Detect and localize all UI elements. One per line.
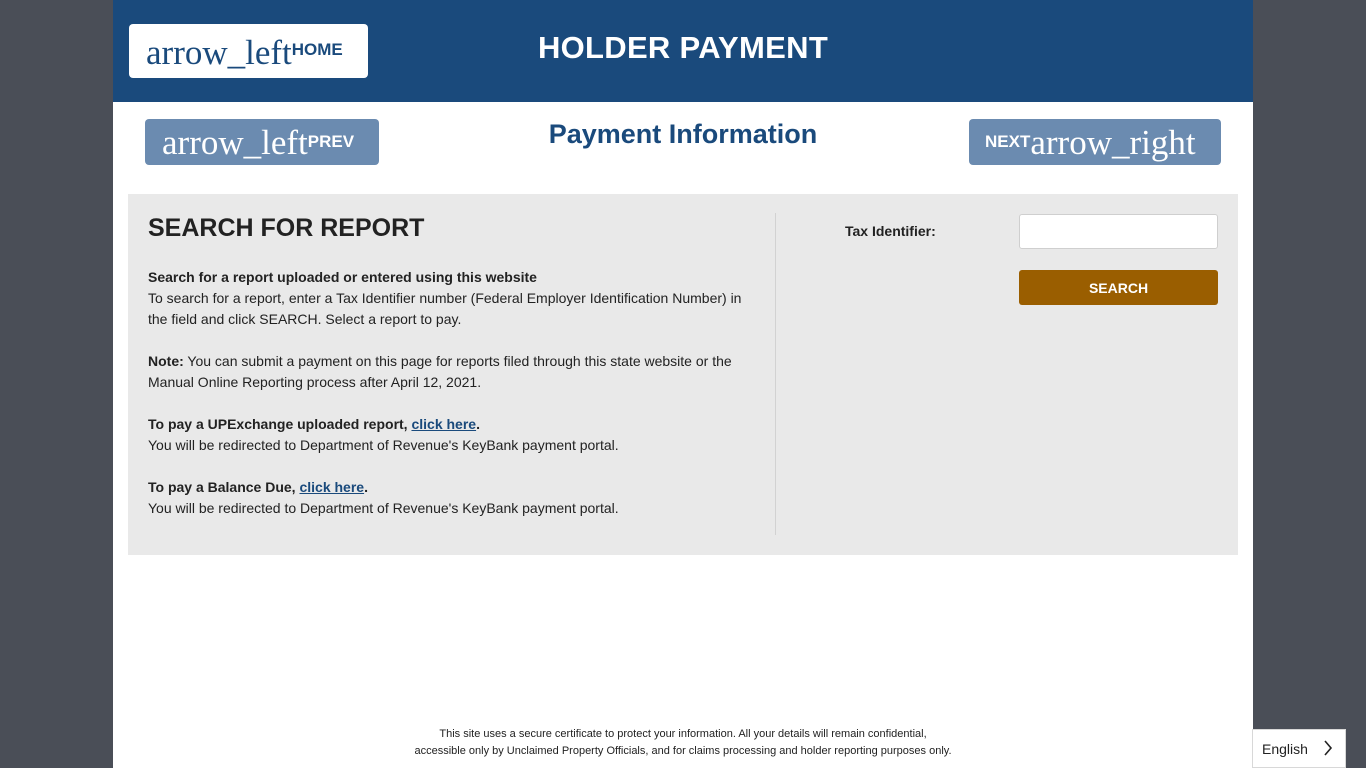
language-selector[interactable]: English xyxy=(1252,729,1346,768)
panel-divider xyxy=(775,213,776,535)
search-panel: SEARCH FOR REPORT Search for a report up… xyxy=(128,194,1238,555)
search-button[interactable]: SEARCH xyxy=(1019,270,1218,305)
upexchange-click-here-link[interactable]: click here xyxy=(411,416,476,432)
balance-due-paragraph: To pay a Balance Due, click here. You wi… xyxy=(148,477,758,519)
footer-line-1: This site uses a secure certificate to p… xyxy=(439,728,927,740)
header-bar: arrow_left HOME HOLDER PAYMENT xyxy=(113,0,1253,102)
balance-due-lead: To pay a Balance Due, xyxy=(148,479,300,495)
intro-heading: Search for a report uploaded or entered … xyxy=(148,269,537,285)
upexchange-paragraph: To pay a UPExchange uploaded report, cli… xyxy=(148,414,758,456)
note-label: Note: xyxy=(148,353,184,369)
tax-identifier-input[interactable] xyxy=(1019,214,1218,249)
balance-due-period: . xyxy=(364,479,368,495)
footer: This site uses a secure certificate to p… xyxy=(113,726,1253,760)
upexchange-redirect-text: You will be redirected to Department of … xyxy=(148,437,619,453)
next-button[interactable]: NEXT arrow_right xyxy=(969,119,1221,165)
page-container: arrow_left HOME HOLDER PAYMENT arrow_lef… xyxy=(113,0,1253,768)
arrow-right-icon: arrow_right xyxy=(1030,122,1196,162)
intro-text: To search for a report, enter a Tax Iden… xyxy=(148,290,742,327)
next-label: NEXT xyxy=(985,132,1031,151)
note-paragraph: Note: You can submit a payment on this p… xyxy=(148,351,758,393)
chevron-right-icon xyxy=(1323,739,1333,760)
page-title: HOLDER PAYMENT xyxy=(537,30,829,65)
upexchange-lead: To pay a UPExchange uploaded report, xyxy=(148,416,412,432)
balance-due-redirect-text: You will be redirected to Department of … xyxy=(148,500,619,516)
intro-paragraph: Search for a report uploaded or entered … xyxy=(148,267,758,330)
balance-due-click-here-link[interactable]: click here xyxy=(299,479,364,495)
note-text: You can submit a payment on this page fo… xyxy=(148,353,732,390)
language-label: English xyxy=(1262,740,1308,757)
upexchange-period: . xyxy=(476,416,480,432)
footer-line-2: accessible only by Unclaimed Property Of… xyxy=(414,745,952,757)
search-panel-title: SEARCH FOR REPORT xyxy=(148,214,425,242)
tax-identifier-label: Tax Identifier: xyxy=(845,223,936,239)
search-instructions: Search for a report uploaded or entered … xyxy=(148,267,758,540)
